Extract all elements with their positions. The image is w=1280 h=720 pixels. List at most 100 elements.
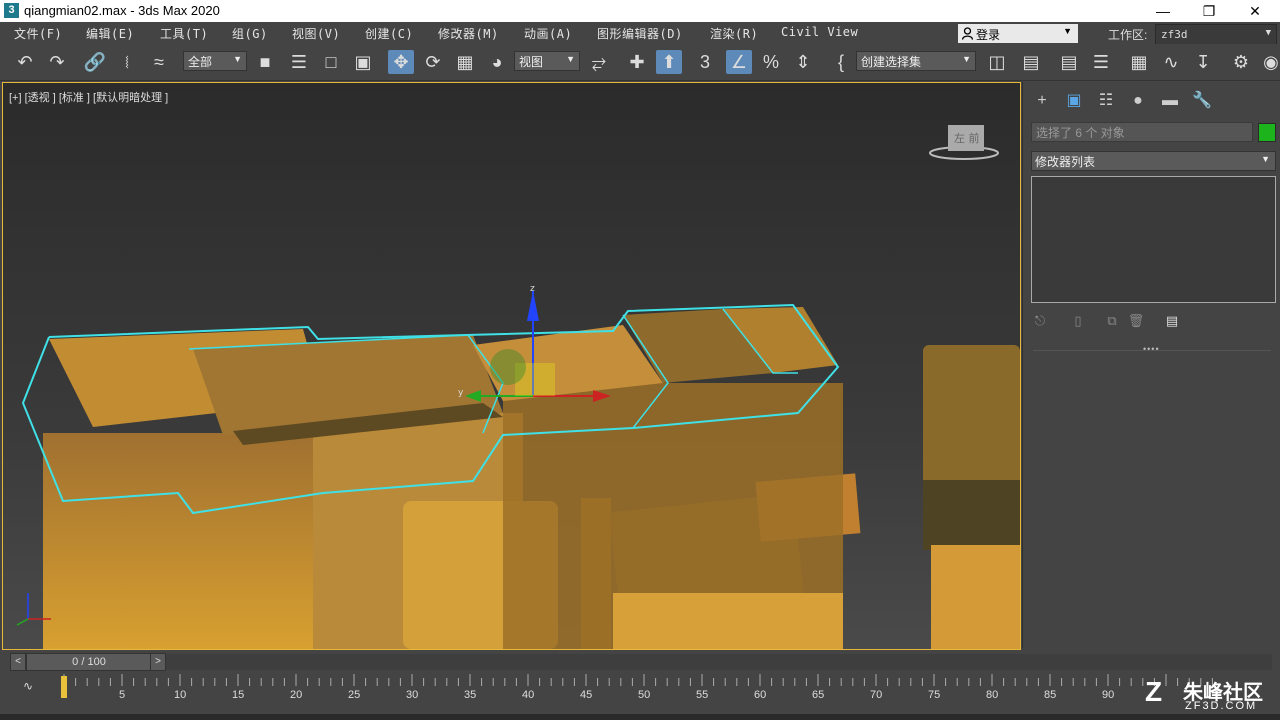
menu-graph-editors[interactable]: 图形编辑器(D) xyxy=(597,25,683,42)
menu-views[interactable]: 视图(V) xyxy=(292,25,340,42)
bind-spacewarp-icon[interactable]: ≈ xyxy=(146,50,172,74)
modifier-list-dropdown[interactable]: 修改器列表 ▼ xyxy=(1031,151,1276,171)
spinner-snap-icon[interactable]: ⇕ xyxy=(790,50,816,74)
percent-snap-icon[interactable]: % xyxy=(758,50,784,74)
minimize-button[interactable]: — xyxy=(1140,0,1186,22)
window-crossing-icon[interactable]: ▣ xyxy=(350,50,376,74)
selection-filter-value: 全部 xyxy=(188,55,213,69)
time-prev-button[interactable]: < xyxy=(10,653,26,671)
hierarchy-tab-icon[interactable]: ☷ xyxy=(1093,90,1119,112)
watermark-logo-icon: Z xyxy=(1145,676,1163,707)
menu-tools[interactable]: 工具(T) xyxy=(160,25,208,42)
mini-curve-editor-icon[interactable]: ∿ xyxy=(18,678,38,694)
chevron-down-icon: ▼ xyxy=(962,54,971,64)
menu-bar: 文件(F) 编辑(E) 工具(T) 组(G) 视图(V) 创建(C) 修改器(M… xyxy=(0,22,1280,62)
select-object-icon[interactable]: ■ xyxy=(252,50,278,74)
resize-handle[interactable]: •••• xyxy=(1143,344,1160,354)
workspace-dropdown[interactable]: zf3d ▼ xyxy=(1155,24,1277,45)
login-dropdown[interactable]: 登录 ▼ xyxy=(958,24,1078,43)
toggle-ribbon-icon[interactable]: ▦ xyxy=(1126,50,1152,74)
object-color-swatch[interactable] xyxy=(1258,123,1276,142)
chevron-down-icon: ▼ xyxy=(233,54,242,64)
redo-icon[interactable]: ↷ xyxy=(44,50,70,74)
rect-selection-icon[interactable]: □ xyxy=(318,50,344,74)
menu-rendering[interactable]: 渲染(R) xyxy=(710,25,758,42)
configure-modifier-sets-icon[interactable]: ▤ xyxy=(1163,312,1181,330)
named-selection-dropdown[interactable]: 创建选择集 ▼ xyxy=(856,51,976,71)
schematic-view-icon[interactable]: ⚙ xyxy=(1228,50,1254,74)
motion-tab-icon[interactable]: ● xyxy=(1125,90,1151,112)
track-tick-label: 10 xyxy=(174,689,186,701)
select-by-name-icon[interactable]: ☰ xyxy=(286,50,312,74)
object-name-value: 选择了 6 个 对象 xyxy=(1036,126,1125,140)
modifier-stack[interactable] xyxy=(1031,176,1276,303)
edit-named-selection-icon[interactable]: { xyxy=(828,50,854,74)
time-next-button[interactable]: > xyxy=(150,653,166,671)
scene-render: z y xyxy=(16,284,1020,649)
menu-modifiers[interactable]: 修改器(M) xyxy=(438,25,499,42)
selection-filter-dropdown[interactable]: 全部 ▼ xyxy=(183,51,247,71)
track-tick-label: 65 xyxy=(812,689,824,701)
viewcube-icon[interactable]: 左 前 xyxy=(928,123,1000,163)
close-button[interactable]: ✕ xyxy=(1232,0,1278,22)
create-tab-icon[interactable]: + xyxy=(1029,90,1055,112)
layer-explorer-icon[interactable]: ☰ xyxy=(1088,50,1114,74)
align-icon[interactable]: ▤ xyxy=(1018,50,1044,74)
remove-modifier-icon[interactable]: 🗑 xyxy=(1127,312,1145,330)
modify-tab-icon[interactable]: ▣ xyxy=(1061,90,1087,112)
unlink-icon[interactable]: ⧙ xyxy=(114,50,140,74)
chevron-down-icon: ▼ xyxy=(566,54,575,64)
trackbar[interactable]: 051015202530354045505560657075808590 xyxy=(60,674,1220,712)
show-end-result-icon[interactable]: ▯ xyxy=(1069,312,1087,330)
login-label: 登录 xyxy=(976,28,1001,42)
track-tick-label: 80 xyxy=(986,689,998,701)
svg-text:z: z xyxy=(530,284,535,294)
timeline-area: < 0 / 100 > ∿ 05101520253035404550556065… xyxy=(0,650,1280,720)
track-tick-label: 55 xyxy=(696,689,708,701)
user-icon xyxy=(962,27,973,40)
track-tick-label: 20 xyxy=(290,689,302,701)
select-rotate-icon[interactable]: ⟳ xyxy=(420,50,446,74)
menu-edit[interactable]: 编辑(E) xyxy=(86,25,134,42)
menu-file[interactable]: 文件(F) xyxy=(14,25,62,42)
scene-explorer-icon[interactable]: ▤ xyxy=(1056,50,1082,74)
menu-civil-view[interactable]: Civil View xyxy=(781,25,858,39)
select-move-icon[interactable]: ✥ xyxy=(388,50,414,74)
menu-group[interactable]: 组(G) xyxy=(232,25,268,42)
track-tick-label: 75 xyxy=(928,689,940,701)
undo-icon[interactable]: ↶ xyxy=(12,50,38,74)
utilities-tab-icon[interactable]: 🔧 xyxy=(1189,90,1215,112)
manipulate-icon[interactable]: ✚ xyxy=(624,50,650,74)
command-panel: + ▣ ☷ ● ▬ 🔧 选择了 6 个 对象 修改器列表 ▼ ⎋ ▯ ⧉ 🗑 ▤… xyxy=(1022,82,1280,648)
chevron-down-icon: ▼ xyxy=(1265,28,1271,38)
make-unique-icon[interactable]: ⧉ xyxy=(1103,312,1121,330)
perspective-viewport[interactable]: [+] [透视 ] [标准 ] [默认明暗处理 ] z y 左 前 xyxy=(2,82,1021,650)
mirror-icon[interactable]: ◫ xyxy=(984,50,1010,74)
track-tick-label: 35 xyxy=(464,689,476,701)
app-icon[interactable]: 3 xyxy=(4,3,19,18)
snaps-toggle-icon[interactable]: 3 xyxy=(692,50,718,74)
pivot-center-icon[interactable]: ⥂ xyxy=(586,50,612,74)
menu-create[interactable]: 创建(C) xyxy=(365,25,413,42)
pin-stack-icon[interactable]: ⎋ xyxy=(1031,312,1049,330)
keyboard-shortcut-icon[interactable]: ⬆ xyxy=(656,50,682,74)
display-tab-icon[interactable]: ▬ xyxy=(1157,90,1183,112)
ref-coord-value: 视图 xyxy=(519,55,544,69)
material-editor-icon[interactable]: ◉ xyxy=(1258,50,1280,74)
select-scale-icon[interactable]: ▦ xyxy=(452,50,478,74)
time-slider[interactable]: 0 / 100 xyxy=(26,653,152,671)
curve-editor-icon[interactable]: ∿ xyxy=(1158,50,1184,74)
dope-sheet-icon[interactable]: ↧ xyxy=(1190,50,1216,74)
current-frame-marker[interactable] xyxy=(61,676,67,698)
ref-coord-dropdown[interactable]: 视图 ▼ xyxy=(514,51,580,71)
object-name-field[interactable]: 选择了 6 个 对象 xyxy=(1031,122,1253,142)
angle-snap-icon[interactable]: ∠ xyxy=(726,50,752,74)
track-tick-label: 40 xyxy=(522,689,534,701)
maximize-button[interactable]: ❐ xyxy=(1186,0,1232,22)
menu-animation[interactable]: 动画(A) xyxy=(524,25,572,42)
track-tick-label: 90 xyxy=(1102,689,1114,701)
watermark: Z 朱峰社区 ZF3D.COM xyxy=(1145,676,1275,716)
link-icon[interactable]: 🔗 xyxy=(82,50,108,74)
track-tick-label: 60 xyxy=(754,689,766,701)
place-icon[interactable]: ◕ xyxy=(484,50,510,74)
